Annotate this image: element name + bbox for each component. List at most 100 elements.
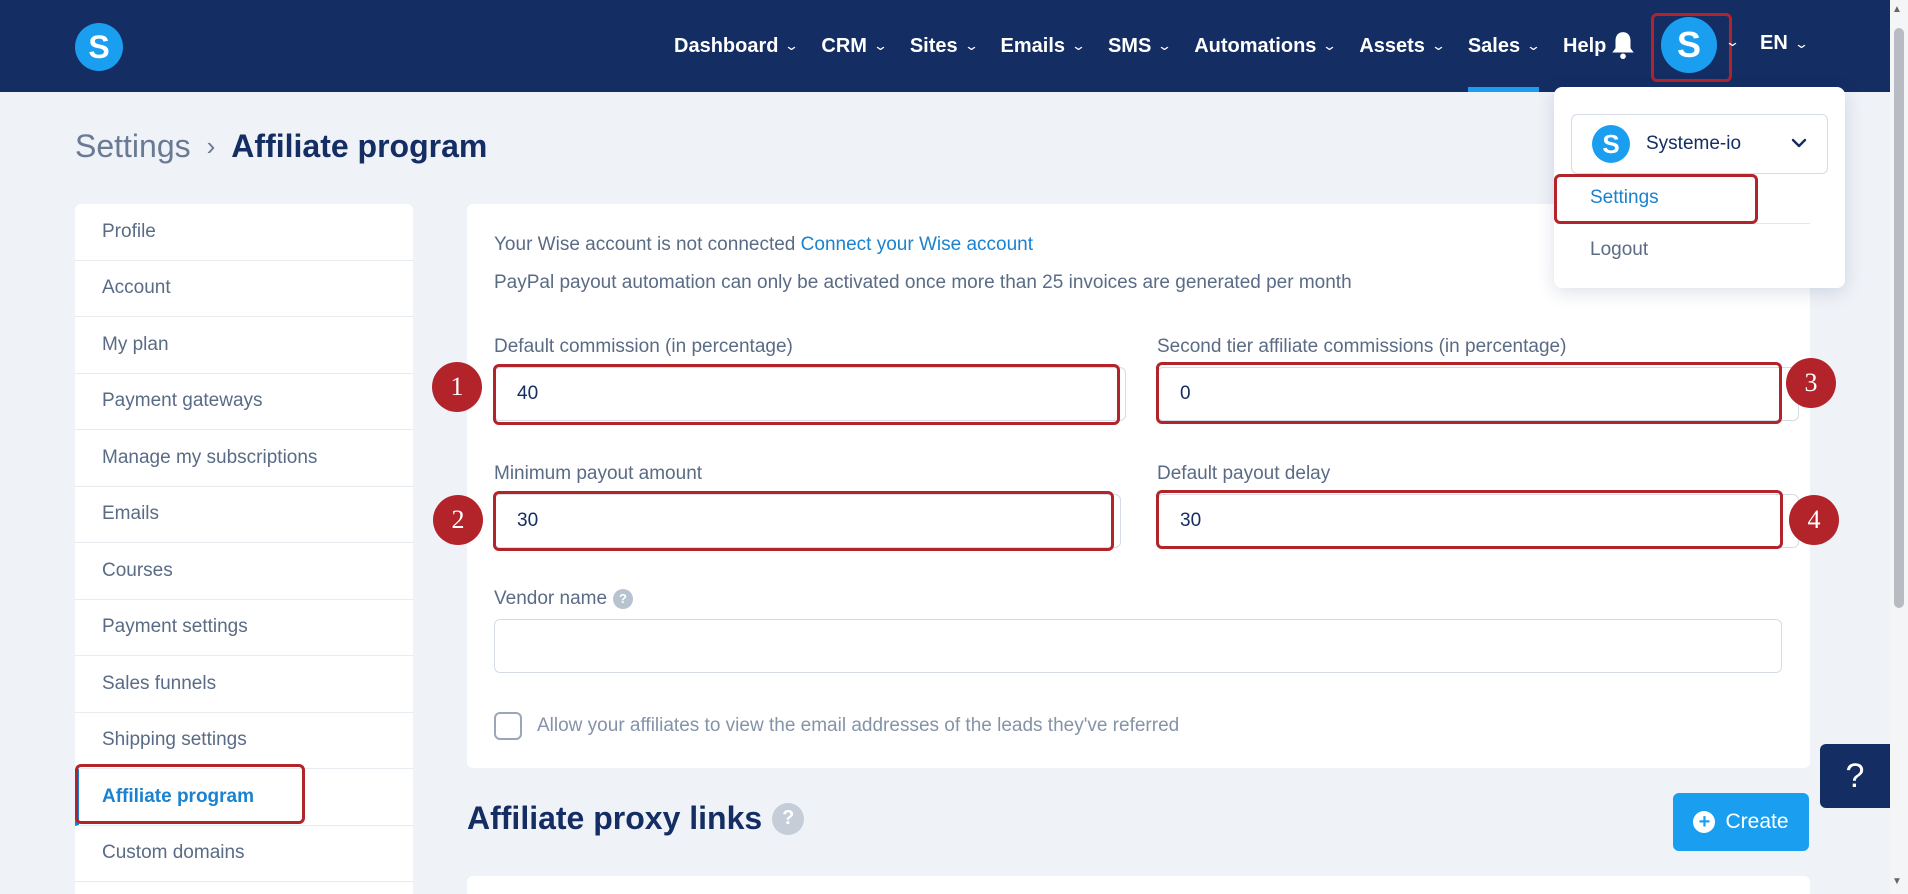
chevron-down-icon: ⌄ <box>1157 38 1173 53</box>
question-icon[interactable]: ? <box>772 802 805 835</box>
affiliate-settings-card: Your Wise account is not connected Conne… <box>467 204 1810 768</box>
account-avatar: S <box>1592 125 1630 163</box>
sidebar-item-label: My plan <box>102 333 169 355</box>
sidebar-item-my-plan[interactable]: My plan <box>75 317 413 374</box>
nav-sms[interactable]: SMS ⌄ <box>1107 0 1173 92</box>
sidebar-item-label: Emails <box>102 503 160 525</box>
nav-label: Assets <box>1359 34 1425 57</box>
vendor-name-label-text: Vendor name <box>494 588 608 609</box>
connect-wise-link[interactable]: Connect your Wise account <box>801 234 1033 255</box>
sidebar-item-profile[interactable]: Profile <box>75 204 413 261</box>
sidebar-item-affiliate-program[interactable]: Affiliate program <box>75 769 413 826</box>
default-commission-input[interactable]: 40 <box>494 367 1126 421</box>
chevron-down-icon[interactable]: ⌄ <box>1725 34 1740 50</box>
breadcrumb-settings[interactable]: Settings <box>75 128 191 165</box>
sidebar-item-sales-funnels[interactable]: Sales funnels <box>75 656 413 713</box>
nav-label: Dashboard <box>674 34 779 57</box>
nav-label: Automations <box>1194 34 1317 57</box>
sidebar-item-label: Manage my subscriptions <box>102 446 318 468</box>
nav-crm[interactable]: CRM ⌄ <box>821 0 889 92</box>
paypal-notice: PayPal payout automation can only be act… <box>494 272 1352 293</box>
nav-sales[interactable]: Sales ⌄ <box>1467 0 1542 92</box>
bell-icon[interactable] <box>1610 30 1636 60</box>
wise-status-text: Your Wise account is not connected <box>494 234 796 255</box>
scrollbar-thumb[interactable] <box>1894 28 1904 608</box>
chevron-right-icon: › <box>206 131 216 161</box>
nav-label: Sales <box>1467 34 1521 57</box>
minimum-payout-label: Minimum payout amount <box>494 463 703 484</box>
settings-sidebar: Profile Account My plan Payment gateways… <box>75 204 413 894</box>
chevron-down-icon: ⌄ <box>1793 35 1809 51</box>
plus-circle-icon: + <box>1693 811 1716 833</box>
nav-label: SMS <box>1107 34 1152 57</box>
avatar-highlight <box>1651 13 1732 82</box>
sidebar-item-custom-domains[interactable]: Custom domains <box>75 826 413 882</box>
nav-help[interactable]: Help <box>1563 0 1606 92</box>
annotation-badge-2: 2 <box>433 495 483 545</box>
sidebar-item-account[interactable]: Account <box>75 261 413 317</box>
systeme-logo[interactable]: S <box>75 23 123 71</box>
sidebar-item-label: Sales funnels <box>102 672 217 694</box>
payout-delay-input[interactable]: 30 <box>1157 494 1799 548</box>
proxy-links-title-text: Affiliate proxy links <box>467 800 763 836</box>
annotation-badge-4: 4 <box>1789 495 1839 545</box>
second-tier-label: Second tier affiliate commissions (in pe… <box>1157 336 1567 357</box>
allow-emails-label[interactable]: Allow your affiliates to view the email … <box>537 715 1179 737</box>
nav-emails[interactable]: Emails ⌄ <box>1000 0 1087 92</box>
sidebar-item-payment-settings[interactable]: Payment settings <box>75 600 413 656</box>
annotation-badge-3: 3 <box>1786 358 1836 408</box>
chevron-down-icon: ⌄ <box>1070 38 1087 53</box>
menu-item-logout[interactable]: Logout <box>1590 239 1648 261</box>
nav-label: CRM <box>821 34 867 57</box>
account-switcher[interactable]: S Systeme-io <box>1571 114 1828 174</box>
question-icon[interactable]: ? <box>613 588 634 609</box>
chevron-down-icon: ⌄ <box>1430 38 1447 53</box>
vendor-name-input[interactable] <box>494 619 1782 673</box>
sidebar-item-label: Custom domains <box>102 842 245 864</box>
menu-item-settings[interactable]: Settings <box>1590 187 1659 209</box>
minimum-payout-input[interactable]: 30 <box>494 494 1121 548</box>
main-nav: Dashboard ⌄ CRM ⌄ Sites ⌄ Emails ⌄ SMS ⌄ Auto… <box>674 0 1630 92</box>
chevron-down-icon: ⌄ <box>872 38 889 53</box>
second-tier-input[interactable]: 0 <box>1157 367 1799 421</box>
sidebar-item-courses[interactable]: Courses <box>75 543 413 600</box>
scroll-up-arrow-icon[interactable]: ▲ <box>1892 4 1902 15</box>
nav-label: Emails <box>1000 34 1066 57</box>
nav-label: Help <box>1563 34 1607 57</box>
scroll-down-arrow-icon[interactable]: ▼ <box>1892 876 1902 887</box>
language-selector[interactable]: EN ⌄ <box>1760 32 1809 55</box>
sidebar-item-shipping-settings[interactable]: Shipping settings <box>75 713 413 769</box>
nav-assets[interactable]: Assets ⌄ <box>1359 0 1447 92</box>
sidebar-item-label: Courses <box>102 559 173 581</box>
sidebar-item-manage-subscriptions[interactable]: Manage my subscriptions <box>75 430 413 487</box>
sidebar-item-payment-gateways[interactable]: Payment gateways <box>75 374 413 430</box>
breadcrumb: Settings › Affiliate program <box>75 128 487 165</box>
chevron-down-icon: ⌄ <box>963 38 979 53</box>
nav-sites[interactable]: Sites ⌄ <box>909 0 979 92</box>
sidebar-item-emails[interactable]: Emails <box>75 487 413 543</box>
sidebar-item-label: Payment gateways <box>102 390 263 412</box>
help-widget-button[interactable]: ? <box>1820 744 1890 808</box>
page-title: Affiliate program <box>231 128 488 164</box>
proxy-links-card <box>467 876 1810 894</box>
payout-delay-label: Default payout delay <box>1157 463 1331 484</box>
sidebar-item-label: Account <box>102 277 171 299</box>
sidebar-item-label: Shipping settings <box>102 729 247 751</box>
annotation-badge-1: 1 <box>432 362 482 412</box>
sidebar-item-label: Payment settings <box>102 616 248 638</box>
allow-emails-checkbox[interactable] <box>494 712 522 740</box>
create-button[interactable]: + Create <box>1673 793 1809 851</box>
nav-automations[interactable]: Automations ⌄ <box>1194 0 1338 92</box>
vendor-name-label: Vendor name? <box>494 588 634 610</box>
sidebar-item-label: Affiliate program <box>102 785 255 807</box>
chevron-down-icon: ⌄ <box>1322 38 1338 53</box>
chevron-down-icon <box>1791 138 1807 148</box>
menu-divider <box>1590 223 1810 224</box>
nav-label: Sites <box>909 34 958 57</box>
default-commission-label: Default commission (in percentage) <box>494 336 793 357</box>
top-navbar: S Dashboard ⌄ CRM ⌄ Sites ⌄ Emails ⌄ SMS ⌄ Au… <box>0 0 1908 92</box>
chevron-down-icon: ⌄ <box>1525 38 1542 53</box>
user-dropdown-menu: S Systeme-io Settings Logout <box>1554 87 1845 288</box>
sidebar-item-label: Profile <box>102 220 156 242</box>
nav-dashboard[interactable]: Dashboard ⌄ <box>674 0 800 92</box>
